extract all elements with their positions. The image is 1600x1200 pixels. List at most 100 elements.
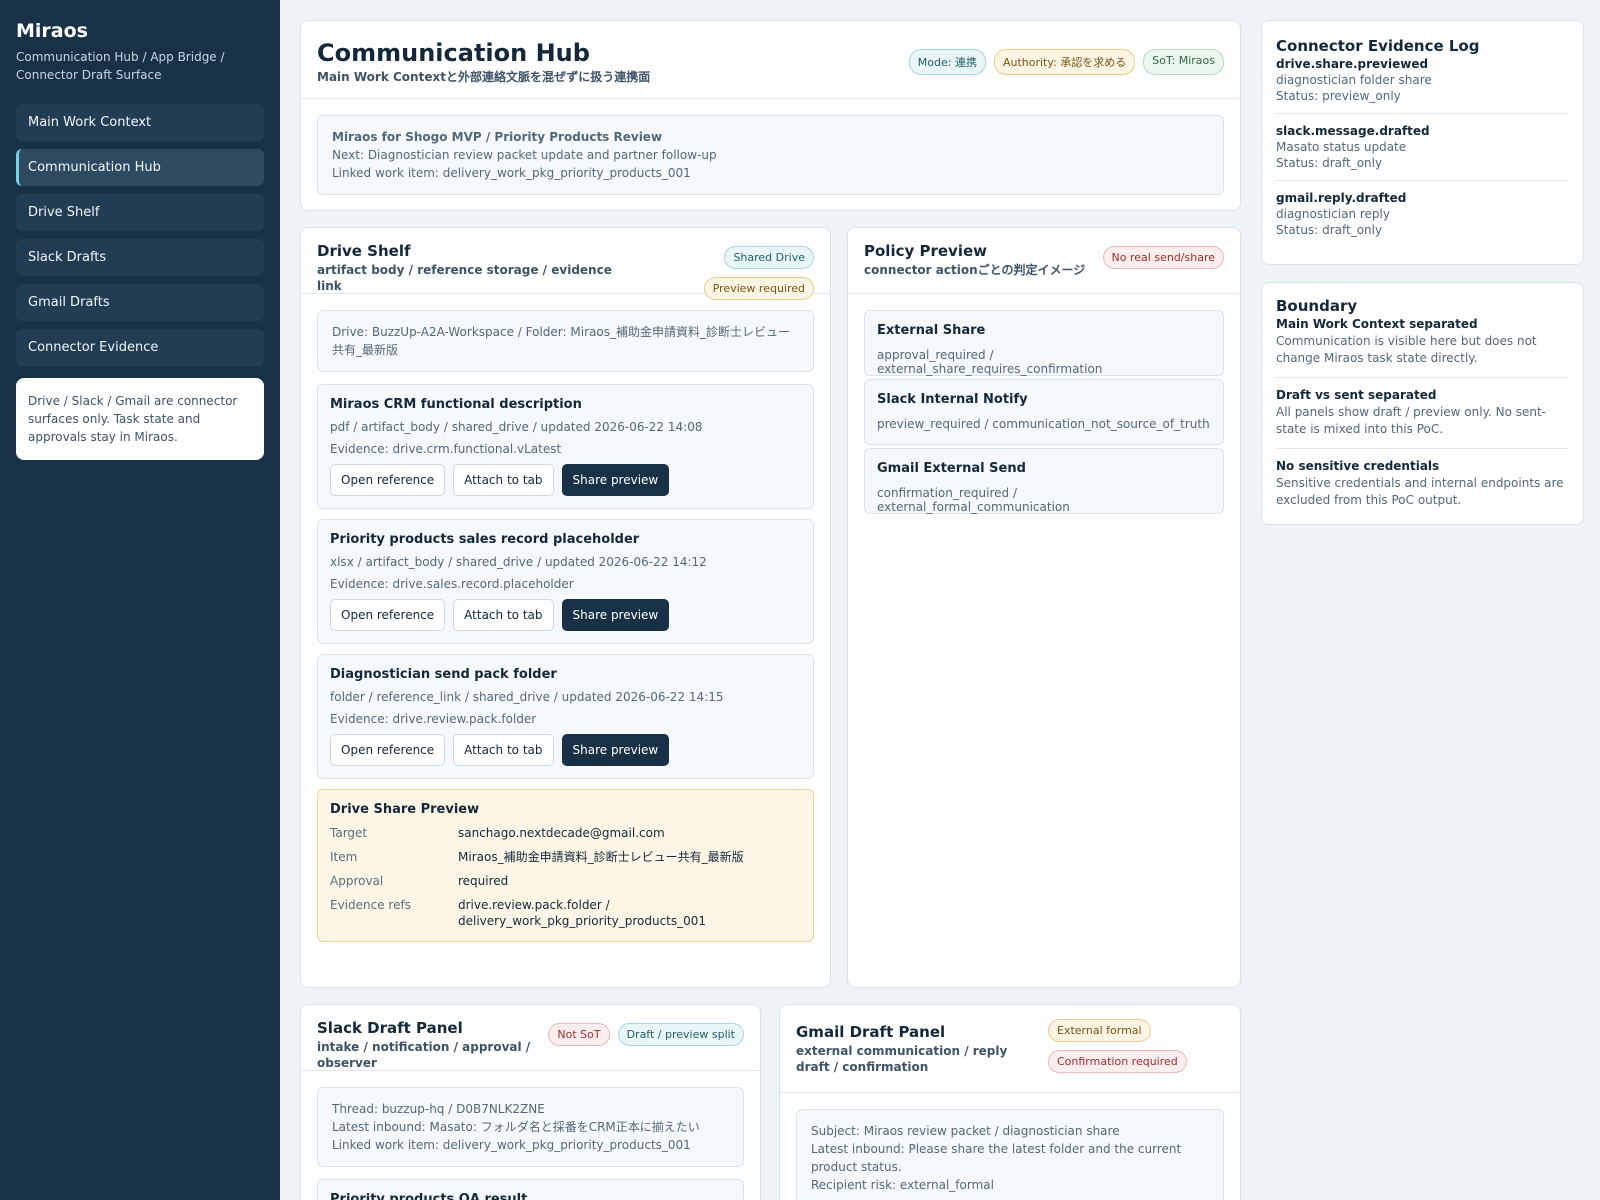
policy-item-desc: preview_required / communication_not_sou… [877, 417, 1210, 431]
drive-item-evidence: Evidence: drive.sales.record.placeholder [330, 577, 574, 591]
log-status: Status: draft_only [1276, 156, 1383, 170]
drive-item-title: Priority products sales record placehold… [330, 532, 640, 547]
policy-item: External Share approval_required / exter… [864, 310, 1224, 376]
drive-subtitle: artifact body / reference storage / evid… [317, 263, 612, 293]
slack-draft-card: Priority products QA result [317, 1179, 744, 1200]
policy-item-title: Gmail External Send [877, 461, 1026, 476]
preview-key-approval: Approval [330, 874, 384, 888]
log-detail: diagnostician reply [1276, 207, 1390, 221]
page-title: Communication Hub [317, 39, 590, 67]
context-next: Next: Diagnostician review packet update… [332, 148, 717, 162]
log-entry: slack.message.drafted Masato status upda… [1276, 114, 1569, 181]
hub-panel: Communication Hub Main Work Contextと外部連絡… [300, 20, 1241, 211]
evidence-log-title: Connector Evidence Log [1276, 37, 1480, 55]
mode-badge: Mode: 連携 [908, 49, 986, 75]
attach-to-tab-button[interactable]: Attach to tab [453, 599, 554, 631]
drive-item-meta: pdf / artifact_body / shared_drive / upd… [330, 420, 703, 434]
sidebar-nav: Main Work Context Communication Hub Driv… [16, 104, 264, 366]
shared-drive-badge: Shared Drive [724, 246, 814, 269]
policy-title: Policy Preview [864, 242, 987, 260]
share-preview-button[interactable]: Share preview [561, 599, 670, 631]
boundary-entry-title: No sensitive credentials [1276, 459, 1440, 473]
drive-item-meta: xlsx / artifact_body / shared_drive / up… [330, 555, 707, 569]
boundary-entry: No sensitive credentials Sensitive crede… [1276, 449, 1569, 519]
slack-thread-box: Thread: buzzup-hq / D0B7NLK2ZNE Latest i… [317, 1087, 744, 1167]
boundary-entry-desc: Sensitive credentials and internal endpo… [1276, 476, 1564, 507]
context-box: Miraos for Shogo MVP / Priority Products… [317, 115, 1224, 195]
log-event: slack.message.drafted [1276, 124, 1430, 138]
gmail-subject: Subject: Miraos review packet / diagnost… [811, 1124, 1120, 1138]
preview-value-item: Miraos_補助金申請資料_診断士レビュー共有_最新版 [458, 850, 744, 864]
drive-header: Drive Shelf artifact body / reference st… [301, 228, 830, 300]
policy-item-title: External Share [877, 323, 986, 338]
drive-item-card: Diagnostician send pack folder folder / … [317, 654, 814, 779]
policy-item-title: Slack Internal Notify [877, 392, 1028, 407]
drive-item-meta: folder / reference_link / shared_drive /… [330, 690, 724, 704]
log-entry: drive.share.previewed diagnostician fold… [1276, 55, 1569, 114]
slack-inbound: Latest inbound: Masato: フォルダ名と採番をCRM正本に揃… [332, 1120, 700, 1134]
boundary-entry-desc: All panels show draft / preview only. No… [1276, 405, 1546, 436]
open-reference-button[interactable]: Open reference [330, 464, 446, 496]
attach-to-tab-button[interactable]: Attach to tab [453, 464, 554, 496]
sidebar-item-drive-shelf[interactable]: Drive Shelf [16, 194, 264, 231]
boundary-entry-title: Main Work Context separated [1276, 317, 1478, 331]
drive-item-evidence: Evidence: drive.review.pack.folder [330, 712, 537, 726]
context-linked: Linked work item: delivery_work_pkg_prio… [332, 166, 691, 180]
context-title: Miraos for Shogo MVP / Priority Products… [332, 130, 663, 144]
brand-subtitle: Communication Hub / App Bridge / Connect… [16, 50, 225, 82]
policy-item-desc: confirmation_required / external_formal_… [877, 486, 1070, 514]
slack-linked: Linked work item: delivery_work_pkg_prio… [332, 1138, 691, 1152]
slack-draft-panel: Slack Draft Panel intake / notification … [300, 1004, 761, 1200]
page-subtitle: Main Work Contextと外部連絡文脈を混ぜずに扱う連携面 [317, 70, 651, 84]
drive-item-card: Priority products sales record placehold… [317, 519, 814, 644]
sidebar: Miraos Communication Hub / App Bridge / … [0, 0, 280, 1200]
boundary-entry-title: Draft vs sent separated [1276, 388, 1437, 402]
slack-thread: Thread: buzzup-hq / D0B7NLK2ZNE [332, 1102, 545, 1116]
not-sot-badge: Not SoT [548, 1023, 610, 1046]
preview-key-evidence: Evidence refs [330, 898, 411, 912]
external-formal-badge: External formal [1048, 1019, 1151, 1042]
gmail-header: Gmail Draft Panel external communication… [780, 1005, 1240, 1093]
slack-title: Slack Draft Panel [317, 1019, 463, 1037]
preview-value-evidence: drive.review.pack.folder / delivery_work… [458, 898, 707, 928]
sot-badge: SoT: Miraos [1143, 49, 1224, 75]
policy-item: Slack Internal Notify preview_required /… [864, 379, 1224, 445]
slack-subtitle: intake / notification / approval / obser… [317, 1040, 531, 1070]
evidence-log-panel: Connector Evidence Log drive.share.previ… [1261, 20, 1584, 265]
open-reference-button[interactable]: Open reference [330, 734, 446, 766]
attach-to-tab-button[interactable]: Attach to tab [453, 734, 554, 766]
gmail-thread-box: Subject: Miraos review packet / diagnost… [796, 1109, 1224, 1200]
drive-item-evidence: Evidence: drive.crm.functional.vLatest [330, 442, 562, 456]
slack-draft-title: Priority products QA result [330, 1192, 528, 1200]
sidebar-item-main-work-context[interactable]: Main Work Context [16, 104, 264, 141]
policy-header: Policy Preview connector actionごとの判定イメージ… [848, 228, 1240, 294]
preview-key-target: Target [330, 826, 368, 840]
drive-share-preview: Drive Share Preview Target sanchago.nextd… [317, 789, 814, 942]
boundary-entry: Main Work Context separated Communicatio… [1276, 315, 1569, 378]
preview-required-badge: Preview required [703, 277, 814, 300]
share-preview-button[interactable]: Share preview [561, 734, 670, 766]
boundary-panel: Boundary Main Work Context separated Com… [1261, 282, 1584, 525]
gmail-draft-panel: Gmail Draft Panel external communication… [779, 1004, 1241, 1200]
confirmation-required-badge: Confirmation required [1048, 1050, 1187, 1073]
sidebar-item-communication-hub[interactable]: Communication Hub [16, 149, 264, 186]
drive-item-title: Diagnostician send pack folder [330, 667, 557, 682]
sidebar-item-slack-drafts[interactable]: Slack Drafts [16, 239, 264, 276]
drive-item-card: Miraos CRM functional description pdf / … [317, 384, 814, 509]
brand-name: Miraos [16, 20, 88, 42]
share-preview-button[interactable]: Share preview [561, 464, 670, 496]
policy-item: Gmail External Send confirmation_require… [864, 448, 1224, 514]
open-reference-button[interactable]: Open reference [330, 599, 446, 631]
sidebar-item-connector-evidence[interactable]: Connector Evidence [16, 329, 264, 366]
sidebar-item-gmail-drafts[interactable]: Gmail Drafts [16, 284, 264, 321]
boundary-entry: Draft vs sent separated All panels show … [1276, 378, 1569, 449]
preview-value-target: sanchago.nextdecade@gmail.com [458, 826, 665, 840]
preview-value-approval: required [458, 874, 509, 888]
gmail-risk: Recipient risk: external_formal [811, 1178, 994, 1192]
slack-header: Slack Draft Panel intake / notification … [301, 1005, 760, 1071]
hub-header: Communication Hub Main Work Contextと外部連絡… [301, 21, 1240, 99]
share-preview-title: Drive Share Preview [330, 802, 480, 817]
drive-title: Drive Shelf [317, 242, 411, 260]
policy-preview-panel: Policy Preview connector actionごとの判定イメージ… [847, 227, 1241, 988]
log-detail: Masato status update [1276, 140, 1407, 154]
